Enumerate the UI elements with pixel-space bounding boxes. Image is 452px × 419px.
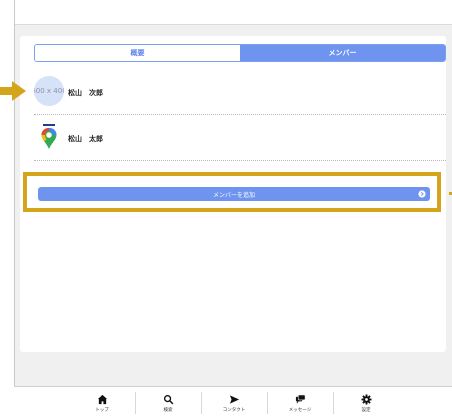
add-member-button[interactable]: メンバーを追加 xyxy=(38,187,430,201)
member-name: 松山 次郎 xyxy=(68,89,103,97)
home-icon xyxy=(97,394,107,404)
avatar-placeholder: 600 x 400 xyxy=(34,76,64,106)
member-row[interactable]: 松山 太郎 xyxy=(34,116,446,161)
top-bar xyxy=(15,0,452,25)
tab-label: 設定 xyxy=(361,407,371,413)
bottom-tab-bar: トップ 検索 コンタクト メッセージ 設定 xyxy=(14,386,452,418)
tab-settings[interactable]: 設定 xyxy=(333,387,399,419)
tab-label: メッセージ xyxy=(288,407,312,413)
tab-message[interactable]: メッセージ xyxy=(267,387,333,419)
tab-label: 検索 xyxy=(163,407,173,413)
tab-label: トップ xyxy=(95,407,109,413)
segmented-control: 概要 メンバー xyxy=(34,44,446,62)
highlight-frame: メンバーを追加 xyxy=(23,172,441,212)
gear-icon xyxy=(360,393,372,405)
content-card: 概要 メンバー 600 x 400 松山 次郎 松山 太郎 xyxy=(20,36,446,352)
member-row[interactable]: 600 x 400 松山 次郎 xyxy=(34,70,446,115)
search-icon xyxy=(163,394,173,404)
tab-search[interactable]: 検索 xyxy=(135,387,201,419)
map-pin-icon xyxy=(41,124,57,149)
chat-icon xyxy=(295,394,305,404)
tab-members[interactable]: メンバー xyxy=(240,45,445,61)
app-frame: 概要 メンバー 600 x 400 松山 次郎 松山 太郎 xyxy=(14,0,452,418)
send-icon xyxy=(229,394,239,404)
add-member-label: メンバーを追加 xyxy=(212,191,255,199)
pointer-arrow-icon xyxy=(0,81,26,101)
tab-contact[interactable]: コンタクト xyxy=(201,387,267,419)
tab-overview[interactable]: 概要 xyxy=(35,45,240,61)
avatar xyxy=(34,122,64,152)
tab-label: コンタクト xyxy=(222,407,246,413)
member-name: 松山 太郎 xyxy=(68,135,103,143)
tab-top[interactable]: トップ xyxy=(69,387,135,419)
chevron-right-circle-icon xyxy=(418,190,426,198)
